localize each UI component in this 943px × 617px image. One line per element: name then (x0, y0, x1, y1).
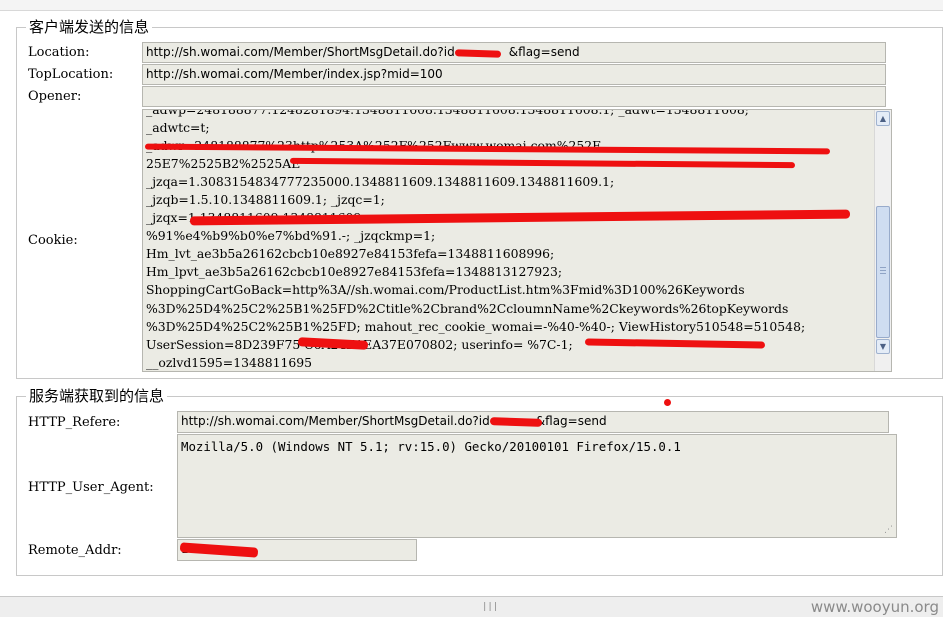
cookie-line: _adwp=248188877.1248281894.1348811608.13… (146, 109, 749, 117)
http-user-agent-textarea[interactable]: Mozilla/5.0 (Windows NT 5.1; rv:15.0) Ge… (177, 434, 897, 538)
scroll-down-icon[interactable]: ▼ (876, 339, 890, 354)
remote-addr-label: Remote_Addr: (28, 543, 122, 558)
cookie-line: UserSession=8D239F75 C6A24E1EA37E070802;… (146, 336, 573, 352)
client-info-legend: 客户端发送的信息 (26, 19, 153, 35)
cookie-scrollbar[interactable]: ▲ ▼ (874, 110, 891, 371)
http-referer-field[interactable]: http://sh.womai.com/Member/ShortMsgDetai… (177, 411, 889, 433)
cookie-line: _jzqa=1.3083154834777235000.1348811609.1… (146, 174, 615, 190)
cookie-line: _adwtc=t; (146, 120, 210, 136)
scroll-thumb[interactable] (876, 206, 890, 338)
cookie-line: %3D%25D4%25C2%25B1%25FD; mahout_rec_cook… (146, 318, 806, 334)
cookie-line: ShoppingCartGoBack=http%3A//sh.womai.com… (146, 282, 745, 298)
location-value: http://sh.womai.com/Member/ShortMsgDetai… (146, 45, 465, 59)
cookie-line: __ozlvd1595=1348811695 (146, 354, 313, 370)
http-user-agent-label: HTTP_User_Agent: (28, 480, 154, 495)
remote-addr-field[interactable]: 1 (177, 539, 417, 561)
opener-field[interactable] (142, 86, 886, 107)
watermark: www.wooyun.org (810, 598, 939, 616)
top-location-label: TopLocation: (28, 67, 114, 82)
http-user-agent-value: Mozilla/5.0 (Windows NT 5.1; rv:15.0) Ge… (181, 439, 681, 454)
cookie-line: %91%e4%b9%b0%e7%bd%91.-; _jzqckmp=1; (146, 228, 436, 244)
top-location-field[interactable]: http://sh.womai.com/Member/index.jsp?mid… (142, 64, 886, 85)
http-referer-value-suffix: &flag=send (535, 414, 607, 428)
cookie-line: _jzqx=1.1348811609.1348811609 (146, 210, 362, 226)
resize-grip-icon[interactable]: ⋰ (884, 526, 893, 535)
cookie-textarea[interactable]: _adwp=248188877.1248281894.1348811608.13… (142, 109, 892, 372)
cookie-line: _jzqb=1.5.10.1348811609.1; _jzqc=1; (146, 192, 385, 208)
cookie-line: _adwr=248188877%23http%253A%252F%252Fwww… (146, 138, 601, 154)
cookie-line: %3D%25D4%25C2%25B1%25FD%2Ctitle%2Cbrand%… (146, 300, 789, 316)
cookie-text: _adwp=248188877.1248281894.1348811608.13… (146, 109, 873, 371)
cookie-label: Cookie: (28, 233, 78, 248)
cookie-line: Hm_lvt_ae3b5a26162cbcb10e8927e84153fefa=… (146, 246, 555, 262)
splitter-grip-icon[interactable]: ||| (482, 603, 498, 612)
server-info-legend: 服务端获取到的信息 (26, 388, 168, 404)
opener-label: Opener: (28, 89, 82, 104)
location-value-suffix: &flag=send (508, 45, 580, 59)
scroll-up-icon[interactable]: ▲ (876, 111, 890, 126)
location-field[interactable]: http://sh.womai.com/Member/ShortMsgDetai… (142, 42, 886, 63)
cookie-line: Hm_lpvt_ae3b5a26162cbcb10e8927e84153fefa… (146, 264, 563, 280)
http-referer-value: http://sh.womai.com/Member/ShortMsgDetai… (181, 414, 500, 428)
top-window-edge (0, 0, 943, 11)
status-bar: ||| www.wooyun.org (0, 596, 943, 617)
location-label: Location: (28, 45, 90, 60)
http-referer-label: HTTP_Refere: (28, 415, 121, 430)
cookie-line: 25E7%2525B2%2525AE (146, 156, 301, 172)
